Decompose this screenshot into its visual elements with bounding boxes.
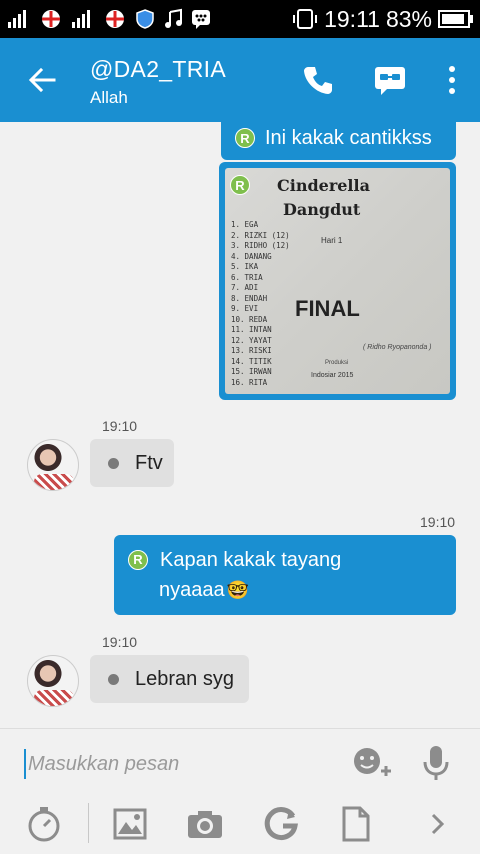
message-outgoing[interactable]: R Ini kakak cantikkss <box>221 122 456 160</box>
battery-icon <box>438 10 473 28</box>
image-icon <box>113 808 147 840</box>
photo-title-line2: Dangdut <box>283 200 361 219</box>
voice-button[interactable] <box>418 743 454 783</box>
photo-final: FINAL <box>295 296 360 321</box>
message-time: 19:10 <box>420 514 456 530</box>
signal-icon <box>8 10 26 28</box>
list-item: 11. INTAN <box>231 325 272 334</box>
nerd-emoji-icon: 🤓 <box>226 580 250 600</box>
message-outgoing[interactable]: R Kapan kakak tayang nyaaaa 🤓 <box>114 535 456 615</box>
photo-producer: Produksi <box>325 360 349 366</box>
notification-icons <box>0 8 212 30</box>
toolbar-divider <box>88 803 89 843</box>
bullet-dot <box>108 673 119 685</box>
camera-button[interactable] <box>184 803 226 845</box>
photo-title: Cinderella Dangdut <box>277 174 370 222</box>
list-item: 4. DANANG <box>231 251 272 261</box>
photo-title-line1: Cinderella <box>277 176 370 195</box>
list-item: 8. ENDAH <box>231 293 268 303</box>
list-item: 7. ADI <box>231 283 259 292</box>
message-time: 19:10 <box>102 634 138 650</box>
message-text: Lebran syg <box>135 667 234 690</box>
refresh-g-icon <box>264 807 298 841</box>
timer-icon <box>28 807 60 842</box>
vibrate-icon <box>293 9 318 29</box>
list-item: 1. EGA <box>231 220 259 229</box>
message-incoming[interactable]: Lebran syg <box>90 655 249 703</box>
chevron-right-icon <box>431 813 445 835</box>
phone-icon <box>304 67 332 94</box>
photo-network: Indosiar 2015 <box>311 372 354 379</box>
avatar[interactable] <box>27 655 79 707</box>
video-chat-button[interactable] <box>372 62 408 98</box>
app-notification-icon-2 <box>106 10 124 28</box>
more-vert-icon <box>449 66 455 94</box>
mic-icon <box>423 746 449 780</box>
bbm-icon <box>192 10 210 29</box>
message-text: Ftv <box>135 451 163 474</box>
battery-percent: 83% <box>385 5 432 32</box>
call-button[interactable] <box>300 62 336 98</box>
message-outgoing-image[interactable]: R Cinderella Dangdut 1. EGA 2. RIZKI (12… <box>219 162 456 400</box>
list-item: 10. REDA <box>231 314 268 324</box>
list-item: 15. IRWAN <box>231 367 272 376</box>
shield-icon <box>136 9 154 29</box>
list-item: 12. YAYAT <box>231 335 272 345</box>
list-item: 14. TITIK <box>231 356 272 366</box>
shared-photo[interactable]: R Cinderella Dangdut 1. EGA 2. RIZKI (12… <box>225 168 450 394</box>
timer-button[interactable] <box>24 803 64 845</box>
message-text-line1: Kapan kakak tayang <box>160 549 342 571</box>
list-item: 6. TRIA <box>231 272 263 282</box>
list-item: 5. IKA <box>231 262 259 271</box>
more-options-button[interactable] <box>434 62 470 98</box>
contestant-list: 1. EGA 2. RIZKI (12) 3. RIDHO (12) 4. DA… <box>231 220 290 388</box>
list-item: 13. RISKI <box>231 346 272 355</box>
message-time: 19:10 <box>102 418 138 434</box>
gallery-button[interactable] <box>110 803 150 845</box>
message-input[interactable] <box>24 749 324 779</box>
contact-status: Allah <box>90 88 128 107</box>
document-button[interactable] <box>338 803 374 845</box>
message-text: Ini kakak cantikkss <box>265 126 432 149</box>
document-icon <box>342 806 370 842</box>
photo-day: Hari 1 <box>321 236 343 245</box>
app-notification-icon <box>42 10 60 28</box>
more-tools-button[interactable] <box>424 803 452 845</box>
clock: 19:11 <box>324 5 380 32</box>
list-item: 2. RIZKI (12) <box>231 230 290 240</box>
camera-icon <box>188 811 222 838</box>
list-item: 3. RIDHO (12) <box>231 241 290 250</box>
video-chat-icon <box>375 67 405 95</box>
message-text-line2: nyaaaa <box>159 579 225 601</box>
read-receipt-badge: R <box>128 550 148 570</box>
avatar[interactable] <box>27 439 79 491</box>
list-item: 16. RITA <box>231 377 268 387</box>
back-button[interactable] <box>26 64 58 96</box>
system-status: 19:11 83% <box>292 0 474 38</box>
list-item: 9. EVI <box>231 304 259 313</box>
back-arrow-icon <box>28 67 56 93</box>
status-bar: 19:11 83% <box>0 0 480 38</box>
photo-signature: ( Ridho Ryopanonda ) <box>363 344 432 351</box>
chat-header: @DA2_TRIA Allah <box>0 38 480 122</box>
emoji-button[interactable] <box>350 743 394 783</box>
signal-icon-2 <box>72 10 90 28</box>
bullet-dot <box>108 457 119 469</box>
read-receipt-badge: R <box>230 175 250 195</box>
message-incoming[interactable]: Ftv <box>90 439 174 487</box>
message-list[interactable]: R Ini kakak cantikkss R Cinderella Dangd… <box>0 122 480 728</box>
read-receipt-badge: R <box>235 128 255 148</box>
music-note-icon <box>165 8 182 28</box>
refresh-g-button[interactable] <box>260 803 302 845</box>
contact-name[interactable]: @DA2_TRIA <box>90 56 226 83</box>
add-emoji-icon <box>354 748 391 776</box>
composer <box>0 728 480 854</box>
